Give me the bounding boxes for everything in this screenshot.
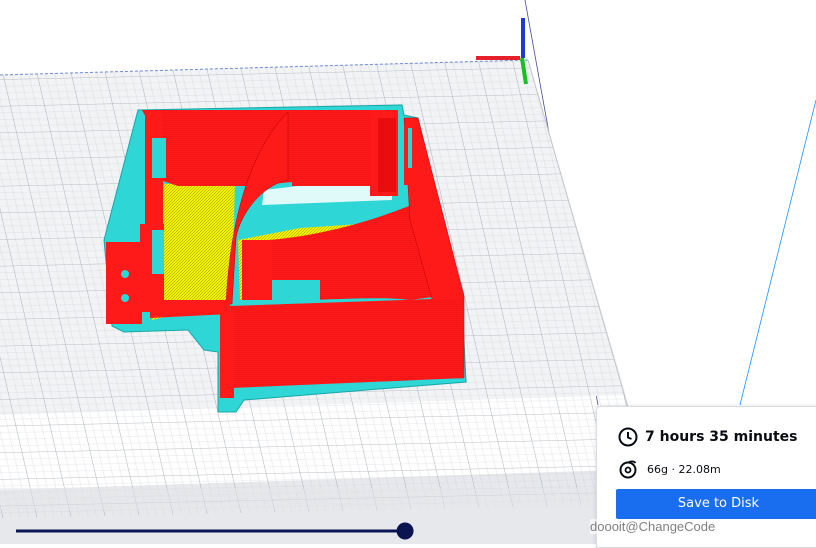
material-usage: 66g · 22.08m [647,462,721,476]
save-to-disk-button[interactable]: Save to Disk [616,489,816,519]
build-volume-edge [739,99,816,406]
print-time-row: 7 hours 35 minutes [617,426,797,448]
watermark: doooit@ChangeCode [590,519,716,534]
clock-icon [617,426,639,448]
material-usage-row: 66g · 22.08m [617,458,721,480]
filament-spool-icon [617,458,639,480]
slider-handle[interactable] [396,522,414,540]
estimated-print-time: 7 hours 35 minutes [645,429,798,445]
